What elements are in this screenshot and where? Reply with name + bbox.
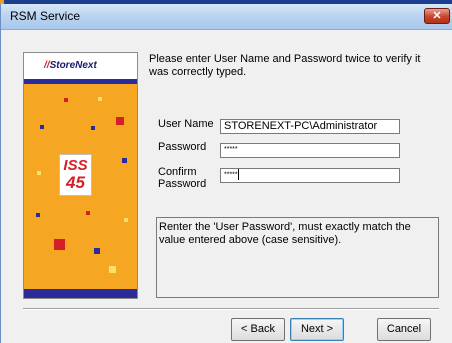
password-label: Password — [158, 141, 207, 153]
user-name-label: User Name — [158, 118, 214, 130]
confirm-label-line2: Password — [158, 178, 207, 190]
instruction-text: Please enter User Name and Password twic… — [149, 53, 421, 78]
decor-square — [37, 171, 41, 175]
decor-square — [64, 98, 68, 102]
decor-square — [124, 218, 128, 222]
decor-square — [86, 211, 90, 215]
confirm-password-field[interactable]: ***** — [220, 168, 400, 183]
decor-square — [54, 239, 65, 250]
window-title: RSM Service — [10, 9, 81, 23]
text-cursor — [237, 169, 239, 180]
decor-square — [109, 266, 116, 273]
confirm-label-line1: Confirm — [158, 166, 197, 178]
decor-square — [98, 97, 102, 101]
decor-square — [122, 158, 127, 163]
confirm-password-value: ***** — [224, 171, 238, 179]
back-button[interactable]: < Back — [231, 318, 285, 341]
confirm-password-label: Confirm Password — [158, 166, 206, 190]
cancel-button[interactable]: Cancel — [377, 318, 431, 341]
decor-square — [36, 213, 40, 217]
close-button[interactable]: ✕ — [424, 8, 450, 24]
help-text-box: Renter the 'User Password', must exactly… — [156, 217, 439, 298]
product-banner: //StoreNext ISS 45 — [23, 52, 138, 299]
help-text: Renter the 'User Password', must exactly… — [159, 221, 411, 246]
password-field[interactable]: ***** — [220, 143, 400, 158]
decor-square — [116, 117, 124, 125]
storenext-logo: //StoreNext — [44, 60, 97, 71]
logo-text: StoreNext — [49, 60, 97, 71]
banner-top-rule — [24, 79, 137, 84]
decor-square — [40, 125, 44, 129]
iss45-logo: ISS 45 — [59, 154, 92, 196]
product-name: ISS — [63, 157, 88, 174]
banner-bottom-rule — [24, 289, 137, 298]
next-button[interactable]: Next > — [290, 318, 344, 341]
user-name-field[interactable]: STORENEXT-PC\Administrator — [220, 119, 400, 134]
rsm-service-dialog: RSM Service ✕ //StoreNext ISS 45 Please … — [0, 4, 452, 343]
button-separator — [23, 308, 439, 310]
title-bar[interactable]: RSM Service ✕ — [1, 4, 452, 30]
decor-square — [94, 248, 100, 254]
decor-square — [91, 126, 95, 130]
product-version: 45 — [66, 173, 85, 192]
close-icon: ✕ — [432, 10, 442, 22]
banner-logo-area: //StoreNext — [24, 53, 137, 79]
